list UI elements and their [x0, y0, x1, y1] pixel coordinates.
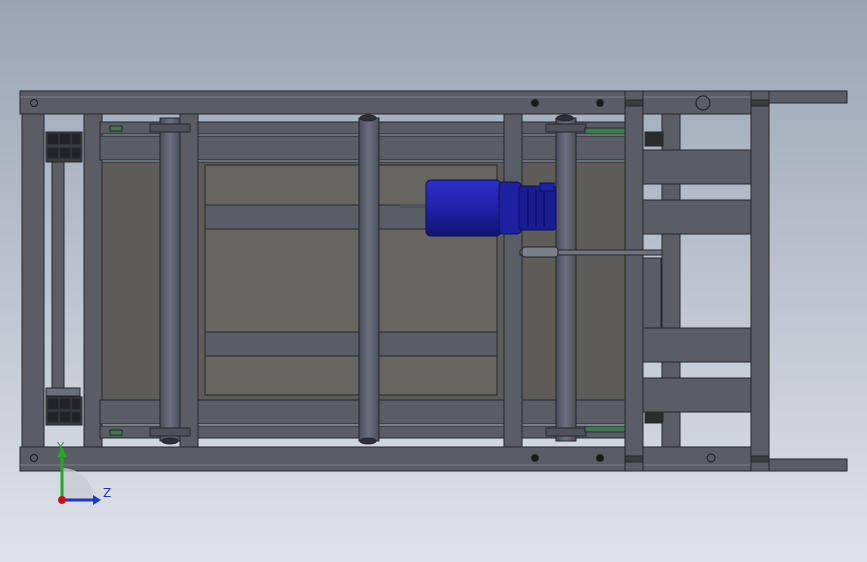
roller-1	[159, 117, 181, 442]
bottom-rail	[19, 446, 766, 472]
left-shaft	[51, 161, 65, 391]
roller-cap	[149, 123, 191, 133]
tie-rod-nut	[521, 246, 559, 258]
right-arm-2	[642, 199, 752, 235]
motor-flange	[498, 181, 522, 235]
green-strip	[109, 429, 123, 436]
green-strip	[584, 127, 626, 135]
axis-x-dot	[58, 496, 66, 504]
left-inner-post	[83, 113, 103, 448]
right-guide	[642, 257, 662, 329]
axis-z-label: Z	[103, 486, 111, 500]
sprocket-bottom-left	[45, 387, 83, 426]
roller-end-bolt	[359, 114, 377, 122]
right-arm-1	[642, 149, 752, 185]
roller-3	[555, 117, 577, 442]
gearbox	[518, 185, 557, 231]
right-arm-4	[642, 377, 752, 413]
roller-end-bolt	[556, 114, 574, 122]
cad-viewport[interactable]: Y Z	[0, 0, 867, 562]
right-divider-post	[624, 90, 644, 472]
axis-y-label: Y	[56, 440, 65, 454]
roller-cap	[149, 427, 191, 437]
left-end-plate	[21, 113, 45, 448]
bolt-hole	[596, 99, 604, 107]
green-strip	[109, 125, 123, 132]
right-end-post	[750, 90, 770, 472]
green-strip	[584, 425, 626, 433]
bolt-hole	[596, 454, 604, 462]
bolt-hole	[531, 454, 539, 462]
bolt-hole	[531, 99, 539, 107]
right-small-sprocket	[644, 411, 664, 423]
motor-body	[425, 179, 502, 237]
roller-2	[358, 117, 380, 442]
top-rail	[19, 90, 766, 115]
sprocket-top-left	[45, 131, 83, 163]
roller-end-bolt	[161, 437, 179, 445]
roller-cap	[545, 123, 587, 133]
right-small-sprocket	[644, 131, 664, 147]
right-arm-3	[642, 327, 752, 363]
extension-rail-bottom	[768, 458, 848, 472]
post-a	[179, 113, 199, 448]
roller-end-bolt	[359, 437, 377, 445]
roller-cap	[545, 427, 587, 437]
extension-rail-top	[768, 90, 848, 104]
post-b	[503, 113, 523, 448]
cross-member-lower	[204, 331, 498, 357]
